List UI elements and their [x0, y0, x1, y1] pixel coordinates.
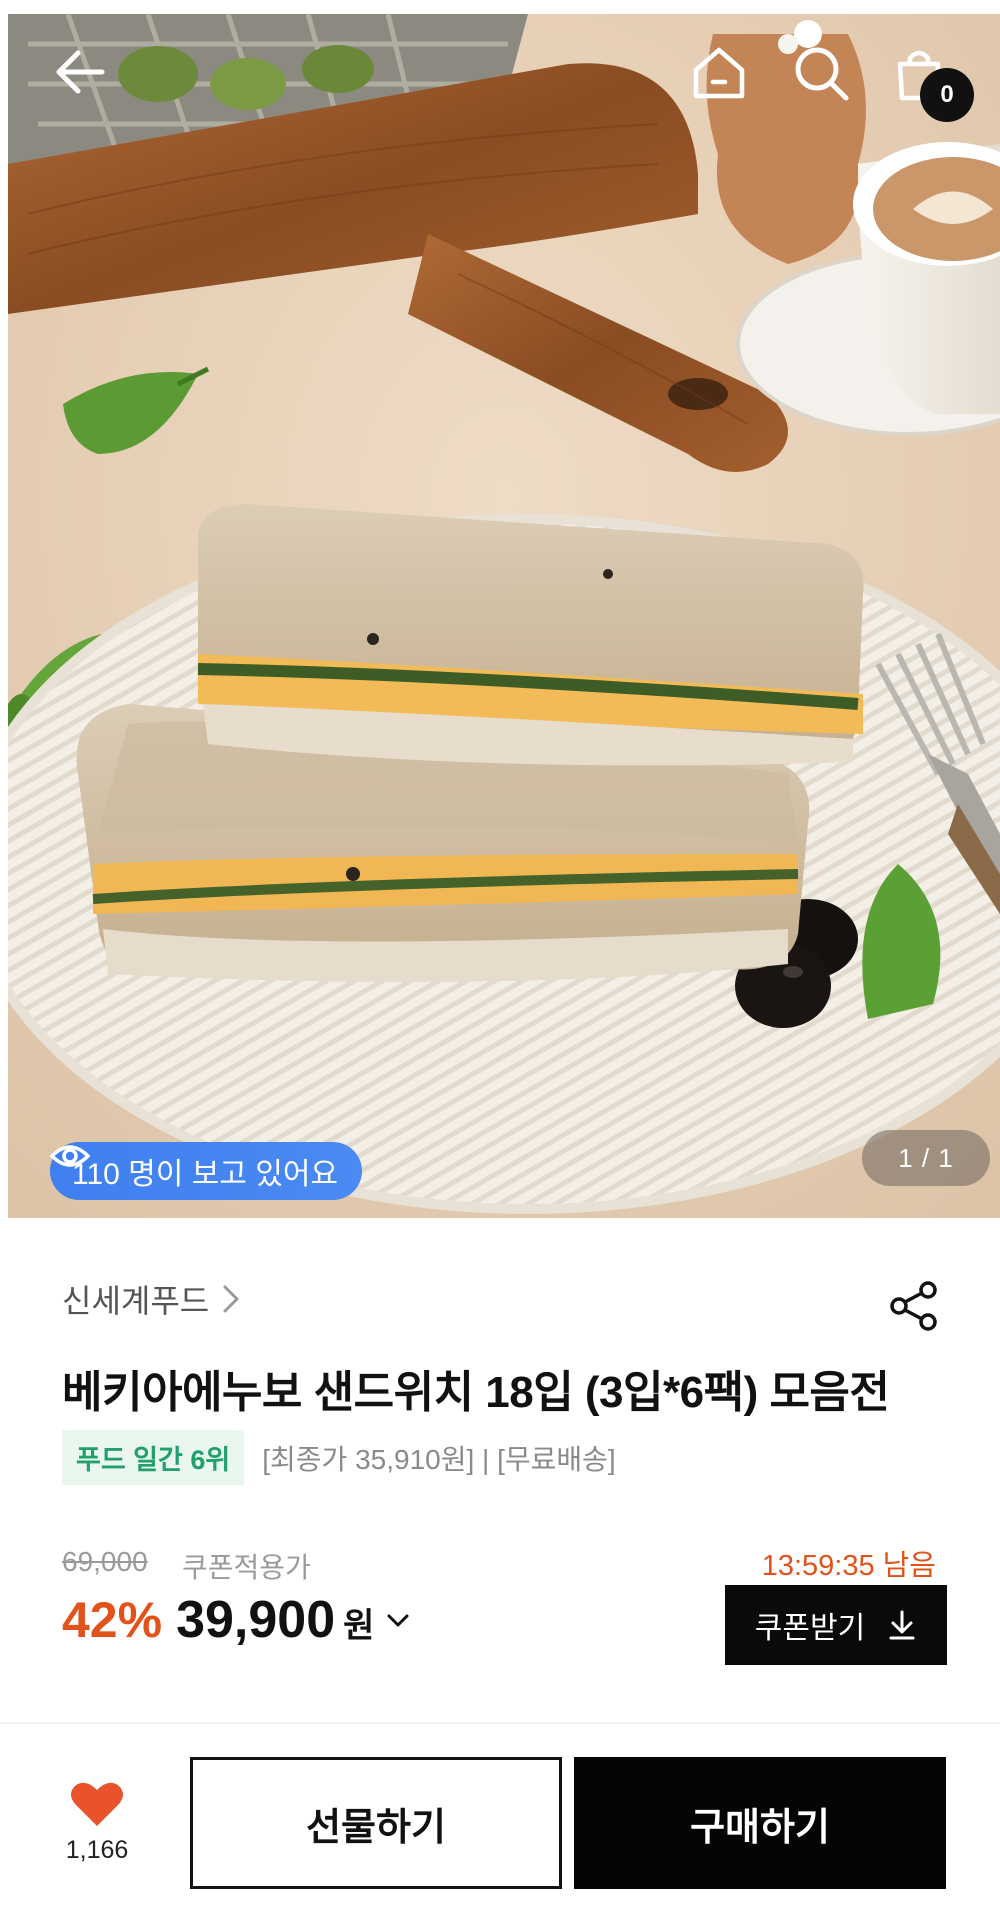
- product-detail-page: 0 110 명이 보고 있어요 1 / 1 신세계푸드 베키아에누보 샌드위치 …: [0, 0, 1000, 1917]
- image-counter: 1 / 1: [862, 1130, 990, 1186]
- get-coupon-button[interactable]: 쿠폰받기: [725, 1585, 947, 1665]
- viewers-badge: 110 명이 보고 있어요: [50, 1142, 363, 1200]
- search-button[interactable]: [790, 42, 870, 122]
- price-shipping-info: [최종가 35,910원] | [무료배송]: [262, 1443, 616, 1475]
- back-button[interactable]: [50, 42, 122, 114]
- currency-unit: 원: [343, 1607, 375, 1645]
- chevron-right-icon: [223, 1285, 239, 1313]
- original-price: 69,000: [62, 1546, 148, 1577]
- section-divider: [0, 1722, 1000, 1724]
- heart-icon: [71, 1782, 123, 1826]
- product-image[interactable]: 0 110 명이 보고 있어요 1 / 1: [8, 14, 1000, 1218]
- cart-count-badge: 0: [920, 68, 974, 122]
- coupon-timer: 13:59:35 남음: [761, 1550, 936, 1582]
- home-icon: [693, 47, 745, 99]
- final-price: 39,900: [176, 1591, 336, 1649]
- like-count: 1,166: [65, 1836, 129, 1864]
- eye-icon: [50, 1145, 90, 1167]
- back-arrow-icon: [56, 50, 105, 94]
- rank-badge[interactable]: 푸드 일간 6위: [62, 1430, 245, 1485]
- coupon-price-label: 쿠폰적용가: [182, 1552, 311, 1583]
- product-title: 베키아에누보 샌드위치 18입 (3입*6팩) 모음전: [62, 1368, 890, 1417]
- product-photo: [8, 14, 1000, 1218]
- chevron-down-icon[interactable]: [384, 1606, 412, 1634]
- buy-button[interactable]: 구매하기: [574, 1757, 946, 1889]
- like-button[interactable]: 1,166: [58, 1780, 136, 1884]
- share-icon: [890, 1281, 937, 1331]
- download-icon: [889, 1610, 915, 1640]
- brand-name: 신세계푸드: [62, 1283, 210, 1319]
- discount-rate: 42%: [62, 1592, 163, 1648]
- share-button[interactable]: [888, 1280, 940, 1332]
- price-row: 42% 39,900 원: [62, 1590, 412, 1650]
- gift-button[interactable]: 선물하기: [190, 1757, 562, 1889]
- brand-link[interactable]: 신세계푸드: [62, 1276, 241, 1322]
- search-icon: [795, 47, 849, 101]
- viewers-text: 110 명이 보고 있어요: [72, 1158, 339, 1191]
- home-button[interactable]: [688, 42, 768, 122]
- product-meta: 푸드 일간 6위 [최종가 35,910원] | [무료배송]: [62, 1430, 616, 1485]
- coupon-button-label: 쿠폰받기: [754, 1612, 866, 1645]
